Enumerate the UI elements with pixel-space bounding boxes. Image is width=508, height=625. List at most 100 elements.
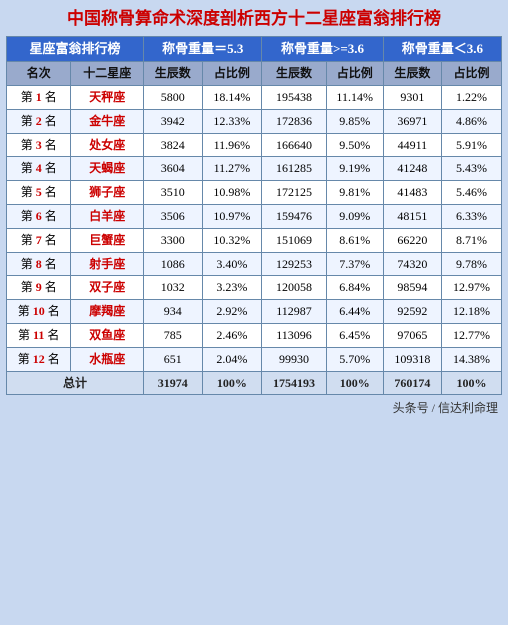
sub-births-1: 生辰数	[144, 62, 202, 86]
total-b1: 31974	[144, 371, 202, 395]
page-title: 中国称骨算命术深度剖析西方十二星座富翁排行榜	[6, 8, 502, 30]
table-row: 第 6 名白羊座350610.97%1594769.09%481516.33%	[7, 205, 502, 229]
main-container: 中国称骨算命术深度剖析西方十二星座富翁排行榜 星座富翁排行榜 称骨重量＝5.3 …	[0, 0, 508, 422]
cell-p1: 10.98%	[202, 181, 262, 205]
cell-b3: 41248	[383, 157, 441, 181]
cell-b1: 3510	[144, 181, 202, 205]
cell-p3: 12.18%	[442, 300, 502, 324]
cell-p3: 4.86%	[442, 109, 502, 133]
cell-p2: 9.85%	[326, 109, 383, 133]
cell-p1: 11.96%	[202, 133, 262, 157]
cell-p2: 9.81%	[326, 181, 383, 205]
table-row: 第 8 名射手座10863.40%1292537.37%743209.78%	[7, 252, 502, 276]
cell-rank: 第 3 名	[7, 133, 71, 157]
sub-pct-3: 占比例	[442, 62, 502, 86]
cell-b2: 151069	[262, 228, 326, 252]
table-row: 第 7 名巨蟹座330010.32%1510698.61%662208.71%	[7, 228, 502, 252]
cell-b1: 3604	[144, 157, 202, 181]
cell-rank: 第 5 名	[7, 181, 71, 205]
sub-pct-1: 占比例	[202, 62, 262, 86]
cell-rank: 第 9 名	[7, 276, 71, 300]
cell-p1: 12.33%	[202, 109, 262, 133]
cell-p2: 9.50%	[326, 133, 383, 157]
cell-b1: 3824	[144, 133, 202, 157]
cell-p3: 6.33%	[442, 205, 502, 229]
cell-b1: 3942	[144, 109, 202, 133]
cell-rank: 第 4 名	[7, 157, 71, 181]
cell-b3: 9301	[383, 86, 441, 110]
cell-rank: 第 10 名	[7, 300, 71, 324]
cell-p2: 11.14%	[326, 86, 383, 110]
cell-b3: 98594	[383, 276, 441, 300]
cell-p1: 2.92%	[202, 300, 262, 324]
data-table: 星座富翁排行榜 称骨重量＝5.3 称骨重量>=3.6 称骨重量＜3.6 名次 十…	[6, 36, 502, 395]
cell-p3: 9.78%	[442, 252, 502, 276]
cell-b3: 41483	[383, 181, 441, 205]
cell-b1: 785	[144, 324, 202, 348]
cell-zodiac: 射手座	[71, 252, 144, 276]
cell-p3: 5.91%	[442, 133, 502, 157]
cell-p2: 8.61%	[326, 228, 383, 252]
cell-p2: 5.70%	[326, 347, 383, 371]
cell-p1: 18.14%	[202, 86, 262, 110]
cell-zodiac: 狮子座	[71, 181, 144, 205]
cell-b1: 934	[144, 300, 202, 324]
total-p2: 100%	[326, 371, 383, 395]
table-row: 第 9 名双子座10323.23%1200586.84%9859412.97%	[7, 276, 502, 300]
cell-rank: 第 8 名	[7, 252, 71, 276]
table-row: 第 10 名摩羯座9342.92%1129876.44%9259212.18%	[7, 300, 502, 324]
table-row: 第 4 名天蝎座360411.27%1612859.19%412485.43%	[7, 157, 502, 181]
table-row: 第 2 名金牛座394212.33%1728369.85%369714.86%	[7, 109, 502, 133]
cell-b1: 3506	[144, 205, 202, 229]
cell-b2: 113096	[262, 324, 326, 348]
cell-p2: 9.09%	[326, 205, 383, 229]
cell-p1: 2.46%	[202, 324, 262, 348]
cell-p1: 3.40%	[202, 252, 262, 276]
table-row: 第 3 名处女座382411.96%1666409.50%449115.91%	[7, 133, 502, 157]
cell-p3: 5.43%	[442, 157, 502, 181]
total-p1: 100%	[202, 371, 262, 395]
cell-b2: 195438	[262, 86, 326, 110]
table-row: 第 1 名天秤座580018.14%19543811.14%93011.22%	[7, 86, 502, 110]
sub-births-2: 生辰数	[262, 62, 326, 86]
sub-births-3: 生辰数	[383, 62, 441, 86]
cell-zodiac: 白羊座	[71, 205, 144, 229]
cell-zodiac: 金牛座	[71, 109, 144, 133]
table-row: 第 5 名狮子座351010.98%1721259.81%414835.46%	[7, 181, 502, 205]
cell-b2: 120058	[262, 276, 326, 300]
cell-zodiac: 摩羯座	[71, 300, 144, 324]
cell-rank: 第 6 名	[7, 205, 71, 229]
cell-b3: 36971	[383, 109, 441, 133]
cell-p3: 8.71%	[442, 228, 502, 252]
cell-p3: 5.46%	[442, 181, 502, 205]
cell-b3: 97065	[383, 324, 441, 348]
cell-rank: 第 2 名	[7, 109, 71, 133]
cell-p2: 9.19%	[326, 157, 383, 181]
cell-p2: 6.44%	[326, 300, 383, 324]
cell-b3: 66220	[383, 228, 441, 252]
cell-b3: 48151	[383, 205, 441, 229]
cell-rank: 第 1 名	[7, 86, 71, 110]
cell-b3: 92592	[383, 300, 441, 324]
header-col1: 称骨重量＝5.3	[144, 37, 262, 62]
cell-p1: 10.32%	[202, 228, 262, 252]
cell-zodiac: 天秤座	[71, 86, 144, 110]
cell-p3: 14.38%	[442, 347, 502, 371]
sub-rank: 名次	[7, 62, 71, 86]
total-b3: 760174	[383, 371, 441, 395]
cell-p1: 2.04%	[202, 347, 262, 371]
total-p3: 100%	[442, 371, 502, 395]
cell-rank: 第 11 名	[7, 324, 71, 348]
header-col2: 称骨重量>=3.6	[262, 37, 383, 62]
cell-b2: 172125	[262, 181, 326, 205]
cell-b1: 3300	[144, 228, 202, 252]
cell-p3: 12.97%	[442, 276, 502, 300]
table-row: 第 11 名双鱼座7852.46%1130966.45%9706512.77%	[7, 324, 502, 348]
total-label: 总计	[7, 371, 144, 395]
cell-zodiac: 巨蟹座	[71, 228, 144, 252]
cell-b3: 74320	[383, 252, 441, 276]
sub-pct-2: 占比例	[326, 62, 383, 86]
cell-b1: 651	[144, 347, 202, 371]
cell-p1: 11.27%	[202, 157, 262, 181]
cell-b2: 99930	[262, 347, 326, 371]
